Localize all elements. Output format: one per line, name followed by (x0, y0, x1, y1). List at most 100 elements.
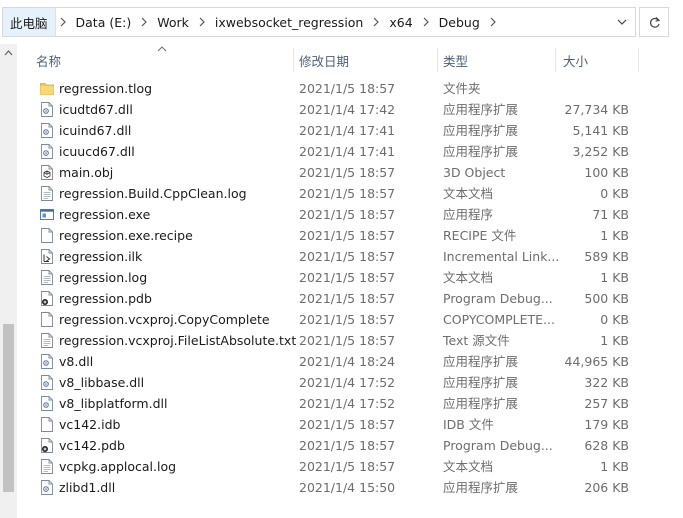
file-modified-date: 2021/1/5 18:57 (299, 291, 396, 306)
column-header-type[interactable]: 类型 (437, 46, 555, 74)
file-size: 3,252 KB (572, 144, 629, 159)
refresh-button[interactable] (639, 7, 669, 37)
file-size: 44,965 KB (564, 354, 629, 369)
file-modified-date: 2021/1/5 18:57 (299, 438, 396, 453)
dll-icon (40, 354, 54, 369)
file-row[interactable]: icuind67.dll 2021/1/4 17:41 应用程序扩展 5,141 KB (30, 120, 683, 141)
file-row[interactable]: regression.exe 2021/1/5 18:57 应用程序 71 KB (30, 204, 683, 225)
file-type: Program Debug... (443, 291, 553, 306)
file-modified-date: 2021/1/5 18:57 (299, 81, 396, 96)
file-name: v8_libbase.dll (59, 375, 145, 390)
file-type: 3D Object (443, 165, 506, 180)
breadcrumb-work[interactable]: Work (151, 8, 195, 36)
address-bar[interactable]: 此电脑 Data (E:) Work ixwebsocket_regressio… (2, 7, 636, 37)
file-name: regression.Build.CppClean.log (59, 186, 247, 201)
file-size: 589 KB (584, 249, 629, 264)
chevron-right-icon[interactable] (56, 8, 70, 36)
file-modified-date: 2021/1/5 18:57 (299, 312, 396, 327)
file-row[interactable]: icudtd67.dll 2021/1/4 17:42 应用程序扩展 27,734 K… (30, 99, 683, 120)
chevron-right-icon[interactable] (369, 8, 383, 36)
file-size: 1 KB (600, 228, 629, 243)
column-header-label: 修改日期 (299, 53, 350, 69)
pdb-icon (40, 438, 54, 453)
file-row[interactable]: v8.dll 2021/1/4 18:24 应用程序扩展 44,965 KB (30, 351, 683, 372)
breadcrumb-drive[interactable]: Data (E:) (70, 8, 138, 36)
exe-icon (40, 207, 54, 222)
file-name: vc142.pdb (59, 438, 125, 453)
nav-pane-scrollbar[interactable] (0, 44, 17, 518)
file-type: 文件夹 (443, 81, 481, 96)
file-type: 应用程序扩展 (443, 480, 519, 495)
file-row[interactable]: regression.Build.CppClean.log 2021/1/5 18… (30, 183, 683, 204)
dll-icon (40, 396, 54, 411)
file-row[interactable]: v8_libplatform.dll 2021/1/4 17:52 应用程序扩展 25… (30, 393, 683, 414)
file-size: 257 KB (584, 396, 629, 411)
file-name: regression.exe.recipe (59, 228, 193, 243)
file-name: regression.log (59, 270, 148, 285)
file-type: 应用程序扩展 (443, 375, 519, 390)
column-divider[interactable] (638, 48, 639, 72)
file-name: icudtd67.dll (59, 102, 133, 117)
file-name: vcpkg.applocal.log (59, 459, 177, 474)
file-modified-date: 2021/1/5 18:57 (299, 249, 396, 264)
file-name: main.obj (59, 165, 114, 180)
file-name: v8_libplatform.dll (59, 396, 168, 411)
file-type: IDB 文件 (443, 417, 494, 432)
column-headers: 名称 修改日期 类型 大小 (30, 46, 683, 74)
file-modified-date: 2021/1/4 17:41 (299, 144, 396, 159)
column-header-name[interactable]: 名称 (30, 46, 292, 74)
address-history-dropdown[interactable] (609, 8, 635, 36)
file-name: regression.vcxproj.FileListAbsolute.txt (59, 333, 297, 348)
file-row[interactable]: main.obj 2021/1/5 18:57 3D Object 100 KB (30, 162, 683, 183)
column-header-label: 类型 (443, 53, 469, 69)
file-name: regression.exe (59, 207, 151, 222)
file-size: 0 KB (600, 186, 629, 201)
file-size: 322 KB (584, 375, 629, 390)
file-type: 应用程序扩展 (443, 123, 519, 138)
file-row[interactable]: v8_libbase.dll 2021/1/4 17:52 应用程序扩展 322 KB (30, 372, 683, 393)
chevron-right-icon[interactable] (486, 8, 500, 36)
chevron-right-icon[interactable] (137, 8, 151, 36)
column-header-size[interactable]: 大小 (557, 46, 637, 74)
file-row[interactable]: vcpkg.applocal.log 2021/1/5 18:57 文本文档 1 KB (30, 456, 683, 477)
column-header-label: 大小 (563, 53, 589, 69)
breadcrumb-label: 此电脑 (10, 15, 48, 31)
breadcrumb-project[interactable]: ixwebsocket_regression (209, 8, 370, 36)
file-row[interactable]: icuucd67.dll 2021/1/4 17:41 应用程序扩展 3,252 KB (30, 141, 683, 162)
column-header-date[interactable]: 修改日期 (293, 46, 436, 74)
file-row[interactable]: vc142.pdb 2021/1/5 18:57 Program Debug... 6… (30, 435, 683, 456)
file-name: icuucd67.dll (59, 144, 135, 159)
blank-file-icon (40, 312, 54, 327)
breadcrumb-this-pc[interactable]: 此电脑 (3, 8, 56, 36)
file-size (560, 78, 629, 99)
file-size: 27,734 KB (564, 102, 629, 117)
file-name: v8.dll (59, 354, 94, 369)
file-size: 5,141 KB (572, 123, 629, 138)
chevron-right-icon[interactable] (419, 8, 433, 36)
file-type: RECIPE 文件 (443, 228, 517, 243)
file-row[interactable]: regression.vcxproj.CopyComplete 2021/1/5 … (30, 309, 683, 330)
file-type: 文本文档 (443, 270, 494, 285)
scrollbar-thumb[interactable] (3, 324, 14, 492)
column-divider[interactable] (555, 48, 556, 72)
file-row[interactable]: regression.ilk 2021/1/5 18:57 Incremental … (30, 246, 683, 267)
scroll-up-arrow-icon[interactable] (4, 50, 13, 56)
file-row[interactable]: regression.log 2021/1/5 18:57 文本文档 1 KB (30, 267, 683, 288)
file-modified-date: 2021/1/4 17:42 (299, 102, 396, 117)
chevron-right-icon[interactable] (195, 8, 209, 36)
file-modified-date: 2021/1/5 18:57 (299, 270, 396, 285)
breadcrumb-x64[interactable]: x64 (383, 8, 418, 36)
file-modified-date: 2021/1/5 18:57 (299, 333, 396, 348)
file-type: 应用程序扩展 (443, 396, 519, 411)
file-row[interactable]: regression.exe.recipe 2021/1/5 18:57 RECIP… (30, 225, 683, 246)
file-row[interactable]: regression.tlog 2021/1/5 18:57 文件夹 (30, 78, 683, 99)
file-row[interactable]: vc142.idb 2021/1/5 18:57 IDB 文件 179 KB (30, 414, 683, 435)
file-row[interactable]: regression.vcxproj.FileListAbsolute.txt 2… (30, 330, 683, 351)
file-row[interactable]: zlibd1.dll 2021/1/4 15:50 应用程序扩展 206 KB (30, 477, 683, 498)
dll-icon (40, 480, 54, 495)
breadcrumb-debug[interactable]: Debug (433, 8, 486, 36)
file-type: 应用程序扩展 (443, 102, 519, 117)
file-type: Text 源文件 (443, 333, 510, 348)
file-row[interactable]: regression.pdb 2021/1/5 18:57 Program Debu… (30, 288, 683, 309)
breadcrumb-label: Data (E:) (75, 14, 132, 30)
